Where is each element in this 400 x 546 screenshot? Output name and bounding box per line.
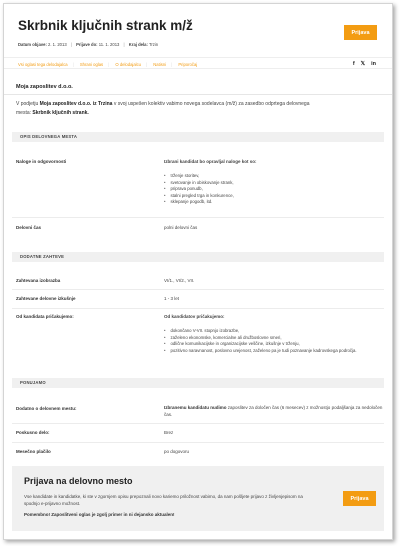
link-about-employer[interactable]: O delodajalcu <box>115 62 141 67</box>
divider <box>12 217 384 218</box>
intro-company: Moja zaposlitev d.o.o. iz Trzina <box>39 101 113 107</box>
location-label: Kraj dela: <box>128 42 148 47</box>
published-value: 2. 1. 2013 <box>48 42 67 47</box>
list-item: zaželeno ekonomske, komercialne ali druž… <box>164 335 384 342</box>
listing-meta: Datum objave: 2. 1. 2013 | Prijave do: 1… <box>18 42 159 47</box>
expectations-list: dokončano V-VII. stopnjo izobrazbe, zaže… <box>164 328 384 354</box>
list-item: odlične komunikacijske in organizacijske… <box>164 341 384 348</box>
intro-position: Skrbnik ključnih strank. <box>32 109 89 116</box>
company-name: Moja zaposlitev d.o.o. <box>16 84 73 90</box>
job-listing-page: Skrbnik ključnih strank m/ž Prijava Datu… <box>3 3 393 540</box>
deadline-label: Prijave do: <box>76 42 98 47</box>
apply-box-title: Prijava na delovno mesto <box>24 476 133 486</box>
education-label: Zahtevana izobrazba <box>16 278 61 283</box>
apply-button-top[interactable]: Prijava <box>344 25 377 40</box>
intro-text: V podjetju Moja zaposlitev d.o.o. iz Trz… <box>16 101 310 116</box>
apply-box-note: Pomembno! Zaposlitveni oglas je zgolj pr… <box>24 512 175 517</box>
social-share: f 𝕏 in <box>353 61 376 67</box>
expectations-label: Od kandidata pričakujemo: <box>16 314 74 319</box>
section-header-ponujamo: PONUJAMO <box>12 378 384 388</box>
page-title: Skrbnik ključnih strank m/ž <box>18 18 193 33</box>
list-item: pozitivno naravnanost, poslovno urejenos… <box>164 348 384 355</box>
listing-toolbar: Vsi oglasi tega delodajalca | Shrani ogla… <box>4 57 392 69</box>
list-item: trženje storitev, <box>164 173 234 180</box>
list-item: dokončano V-VII. stopnjo izobrazbe, <box>164 328 384 335</box>
duties-list: trženje storitev, svetovanje in obiskova… <box>164 173 234 206</box>
facebook-icon[interactable]: f <box>353 61 355 67</box>
additional-label: Dodatno o delovnem mestu: <box>16 406 77 411</box>
toolbar-links: Vsi oglasi tega delodajalca | Shrani ogla… <box>18 61 198 67</box>
divider <box>12 442 384 443</box>
section-header-zahteve: DODATNE ZAHTEVE <box>12 252 384 262</box>
duties-label: Naloge in odgovornosti <box>16 159 67 164</box>
link-save-ad[interactable]: Shrani oglas <box>80 62 103 67</box>
deadline-value: 11. 1. 2013 <box>98 42 120 47</box>
duties-intro: Izbrani kandidat bo opravljal naloge kot… <box>164 159 257 164</box>
list-item: stalni pregled trga in konkurence, <box>164 193 234 200</box>
divider <box>4 94 392 95</box>
education-value: VI/1., VI/2., VII. <box>164 278 195 283</box>
apply-button-bottom[interactable]: Prijava <box>343 491 376 506</box>
divider <box>12 308 384 309</box>
divider <box>12 423 384 424</box>
experience-value: 1 - 3 let <box>164 296 180 301</box>
list-item: svetovanje in obiskovanje strank, <box>164 180 234 187</box>
worktime-value: polni delovni čas <box>164 225 198 230</box>
apply-box: Prijava na delovno mesto Vse kandidate i… <box>12 466 384 531</box>
divider <box>12 289 384 290</box>
worktime-label: Delovni čas <box>16 225 42 230</box>
salary-value: po dogovoru <box>164 449 190 454</box>
published-label: Datum objave: <box>18 42 47 47</box>
expectations-intro: Od kandidatov pričakujemo: <box>164 314 225 319</box>
link-print[interactable]: Natisni <box>153 62 166 67</box>
experience-label: Zahtevane delovne izkušnje <box>16 296 76 301</box>
link-recommend[interactable]: Priporočaj <box>178 62 197 67</box>
section-header-opis: OPIS DELOVNEGA MESTA <box>12 132 384 142</box>
probation-value: Brez <box>164 430 174 435</box>
list-item: sklepanje pogodb, itd. <box>164 199 234 206</box>
apply-box-text: Vse kandidate in kandidatke, ki ste v zg… <box>24 494 303 506</box>
additional-value: Izbranemu kandidatu nudimo zaposlitev za… <box>164 405 383 417</box>
link-all-employer-ads[interactable]: Vsi oglasi tega delodajalca <box>18 62 68 67</box>
list-item: priprava ponudb, <box>164 186 234 193</box>
linkedin-icon[interactable]: in <box>371 61 376 67</box>
salary-label: Mesečno plačilo <box>16 449 51 454</box>
twitter-icon[interactable]: 𝕏 <box>361 61 365 67</box>
location-value: Trzin <box>148 42 159 47</box>
probation-label: Poskusno delo: <box>16 430 50 435</box>
